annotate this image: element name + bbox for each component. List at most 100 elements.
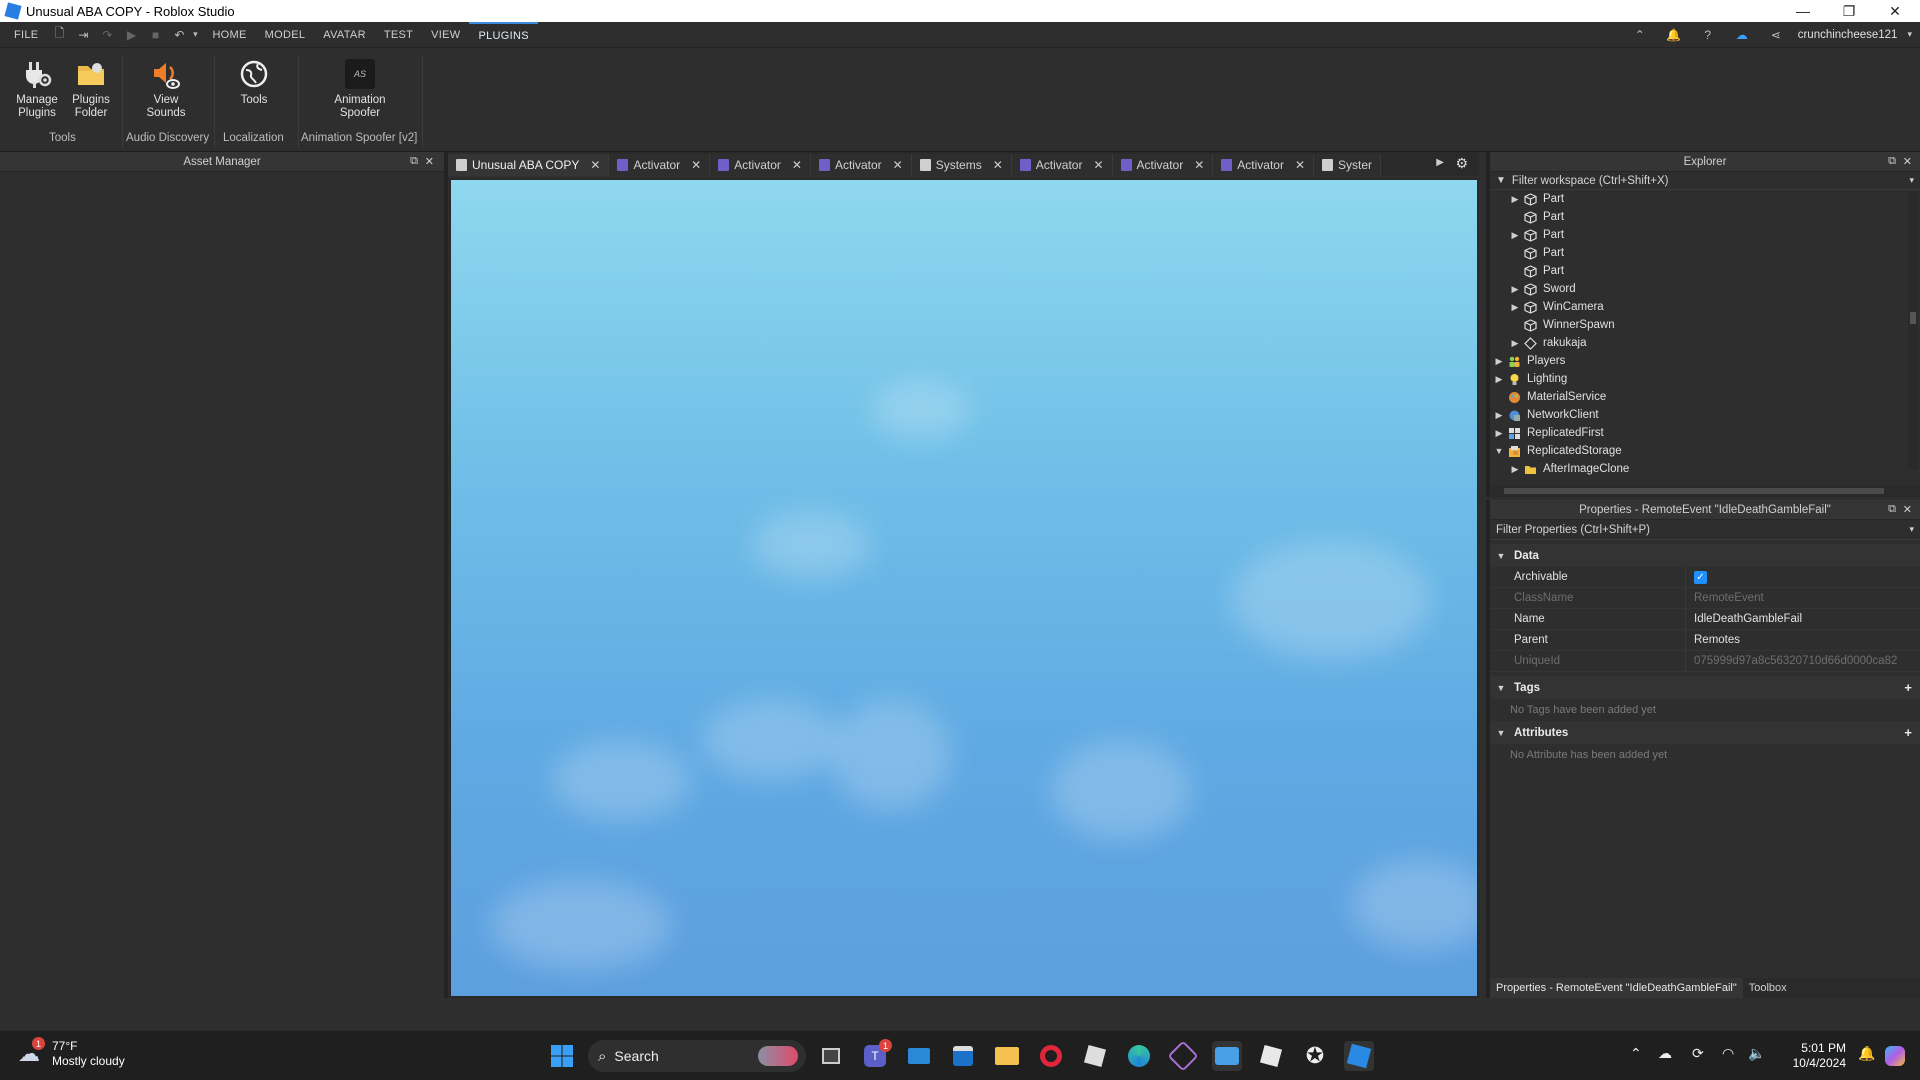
close-panel-icon[interactable]: ✕ bbox=[1903, 155, 1912, 168]
close-tab-icon[interactable]: ✕ bbox=[993, 158, 1003, 172]
opera-icon[interactable] bbox=[1036, 1041, 1066, 1071]
tree-item[interactable]: ▶ ReplicatedFirst bbox=[1490, 424, 1920, 442]
view-sounds-button[interactable]: View Sounds bbox=[140, 58, 192, 120]
tree-item[interactable]: WinnerSpawn bbox=[1490, 316, 1920, 334]
quick-access-dropdown-icon[interactable]: ▾ bbox=[191, 28, 199, 42]
user-dropdown-icon[interactable]: ▾ bbox=[1907, 29, 1912, 40]
doc-tab[interactable]: Unusual ABA COPY ✕ bbox=[448, 154, 610, 176]
redo-icon[interactable]: ↷ bbox=[100, 28, 114, 42]
tab-avatar[interactable]: AVATAR bbox=[314, 22, 375, 48]
tree-item[interactable]: ▶ AfterImageClone bbox=[1490, 460, 1920, 478]
doc-tab[interactable]: Activator ✕ bbox=[609, 154, 711, 176]
properties-filter-input[interactable]: Filter Properties (Ctrl+Shift+P) bbox=[1496, 524, 1650, 536]
panel-splitter[interactable] bbox=[444, 152, 448, 1028]
tab-test[interactable]: TEST bbox=[375, 22, 422, 48]
doc-tab[interactable]: Activator ✕ bbox=[1112, 154, 1214, 176]
sync-icon[interactable]: ⟳ bbox=[1692, 1045, 1704, 1062]
property-row[interactable]: Parent Remotes bbox=[1490, 629, 1920, 651]
close-panel-icon[interactable]: ✕ bbox=[1903, 503, 1912, 516]
file-menu[interactable]: FILE bbox=[0, 22, 47, 48]
manage-plugins-button[interactable]: Manage Plugins bbox=[10, 58, 64, 120]
expand-arrow-icon[interactable]: ▶ bbox=[1510, 338, 1520, 349]
add-tag-icon[interactable]: + bbox=[1904, 680, 1912, 695]
undock-icon[interactable]: ⧉ bbox=[410, 155, 418, 168]
properties-filter[interactable]: Filter Properties (Ctrl+Shift+P) ▾ bbox=[1490, 520, 1920, 540]
tree-item[interactable]: ▶ WinCamera bbox=[1490, 298, 1920, 316]
onedrive-icon[interactable]: ☁ bbox=[1658, 1045, 1672, 1062]
close-tab-icon[interactable]: ✕ bbox=[792, 158, 802, 172]
notifications-bell-icon[interactable]: 🔔 bbox=[1666, 28, 1681, 42]
share-icon[interactable]: ⋖ bbox=[1769, 28, 1783, 42]
expand-arrow-icon[interactable]: ▶ bbox=[1510, 464, 1520, 475]
cloud-icon[interactable]: ☁ bbox=[1735, 28, 1749, 42]
expand-arrow-icon[interactable]: ▶ bbox=[1510, 302, 1520, 313]
scrollbar-thumb[interactable] bbox=[1504, 488, 1884, 494]
expand-arrow-icon[interactable]: ▶ bbox=[1510, 230, 1520, 241]
explorer-filter-input[interactable]: Filter workspace (Ctrl+Shift+X) bbox=[1512, 175, 1669, 187]
clock[interactable]: 5:01 PM 10/4/2024 bbox=[1776, 1041, 1846, 1071]
tree-item[interactable]: Part bbox=[1490, 262, 1920, 280]
expand-arrow-icon[interactable]: ▶ bbox=[1494, 356, 1504, 367]
notification-bell-icon[interactable]: 🔔 bbox=[1858, 1045, 1875, 1062]
roblox-player-icon[interactable] bbox=[1080, 1041, 1110, 1071]
tree-item[interactable]: Part bbox=[1490, 208, 1920, 226]
tree-item[interactable]: ▶ Sword bbox=[1490, 280, 1920, 298]
tray-overflow-icon[interactable]: ⌃ bbox=[1630, 1045, 1642, 1062]
gear-icon[interactable]: ⚙ bbox=[1455, 155, 1468, 172]
tab-properties[interactable]: Properties - RemoteEvent "IdleDeathGambl… bbox=[1490, 978, 1743, 998]
explorer-vertical-scrollbar[interactable] bbox=[1908, 192, 1918, 470]
aba-game-icon[interactable] bbox=[1212, 1041, 1242, 1071]
tab-scroll-right-icon[interactable]: ▶ bbox=[1436, 157, 1444, 168]
doc-tab[interactable]: Activator ✕ bbox=[810, 154, 912, 176]
file-explorer-icon[interactable] bbox=[992, 1041, 1022, 1071]
volume-icon[interactable]: 🔈 bbox=[1748, 1045, 1765, 1062]
task-view-icon[interactable] bbox=[816, 1041, 846, 1071]
tree-item[interactable]: ▶ Players bbox=[1490, 352, 1920, 370]
stop-icon[interactable]: ■ bbox=[148, 28, 162, 42]
doc-tab[interactable]: Activator ✕ bbox=[1011, 154, 1113, 176]
doc-tab[interactable]: Activator ✕ bbox=[1213, 154, 1315, 176]
close-button[interactable]: ✕ bbox=[1872, 0, 1918, 22]
close-panel-icon[interactable]: ✕ bbox=[425, 155, 434, 168]
undo-icon[interactable]: ↶ bbox=[172, 28, 186, 42]
localization-tools-button[interactable]: Tools bbox=[230, 58, 278, 107]
tree-item[interactable]: ▶ Part bbox=[1490, 190, 1920, 208]
close-tab-icon[interactable]: ✕ bbox=[1295, 158, 1305, 172]
edge-icon[interactable] bbox=[1124, 1041, 1154, 1071]
tree-item[interactable]: MaterialService bbox=[1490, 388, 1920, 406]
section-attributes[interactable]: ▼ Attributes + bbox=[1490, 721, 1920, 744]
help-icon[interactable]: ? bbox=[1701, 28, 1715, 42]
windows-start-icon[interactable] bbox=[547, 1041, 577, 1071]
close-tab-icon[interactable]: ✕ bbox=[590, 158, 600, 172]
tree-item[interactable]: Part bbox=[1490, 244, 1920, 262]
undock-icon[interactable]: ⧉ bbox=[1888, 503, 1896, 516]
expand-arrow-icon[interactable]: ▶ bbox=[1510, 284, 1520, 295]
close-tab-icon[interactable]: ✕ bbox=[1093, 158, 1103, 172]
scrollbar-thumb[interactable] bbox=[1910, 312, 1916, 324]
explorer-horizontal-scrollbar[interactable] bbox=[1490, 485, 1920, 497]
doc-tab[interactable]: Syster bbox=[1314, 154, 1382, 176]
doc-tab[interactable]: Activator ✕ bbox=[710, 154, 811, 176]
mail-icon[interactable] bbox=[904, 1041, 934, 1071]
filter-dropdown-icon[interactable]: ▾ bbox=[1909, 175, 1914, 186]
tree-item[interactable]: ▶ Part bbox=[1490, 226, 1920, 244]
3d-viewport[interactable] bbox=[449, 178, 1479, 998]
wifi-icon[interactable]: ◠ bbox=[1722, 1045, 1734, 1062]
tab-view[interactable]: VIEW bbox=[422, 22, 469, 48]
parent-value-field[interactable]: Remotes bbox=[1685, 629, 1920, 651]
property-row[interactable]: Archivable ✓ bbox=[1490, 566, 1920, 588]
tab-home[interactable]: HOME bbox=[203, 22, 255, 48]
new-file-icon[interactable]: 🗋 bbox=[52, 26, 66, 42]
close-tab-icon[interactable]: ✕ bbox=[691, 158, 701, 172]
roblox-studio-taskbar-icon[interactable] bbox=[1344, 1041, 1374, 1071]
tree-item[interactable]: ▶ rakukaja bbox=[1490, 334, 1920, 352]
undock-icon[interactable]: ⧉ bbox=[1888, 155, 1896, 168]
name-value-field[interactable]: IdleDeathGambleFail bbox=[1685, 608, 1920, 630]
plugins-folder-button[interactable]: Plugins Folder bbox=[66, 58, 116, 120]
close-tab-icon[interactable]: ✕ bbox=[1194, 158, 1204, 172]
property-row[interactable]: Name IdleDeathGambleFail bbox=[1490, 608, 1920, 630]
publish-icon[interactable]: ⇥ bbox=[76, 28, 90, 42]
minimize-button[interactable]: — bbox=[1780, 0, 1826, 22]
tree-item[interactable]: ▶ NetworkClient bbox=[1490, 406, 1920, 424]
add-attribute-icon[interactable]: + bbox=[1904, 725, 1912, 740]
